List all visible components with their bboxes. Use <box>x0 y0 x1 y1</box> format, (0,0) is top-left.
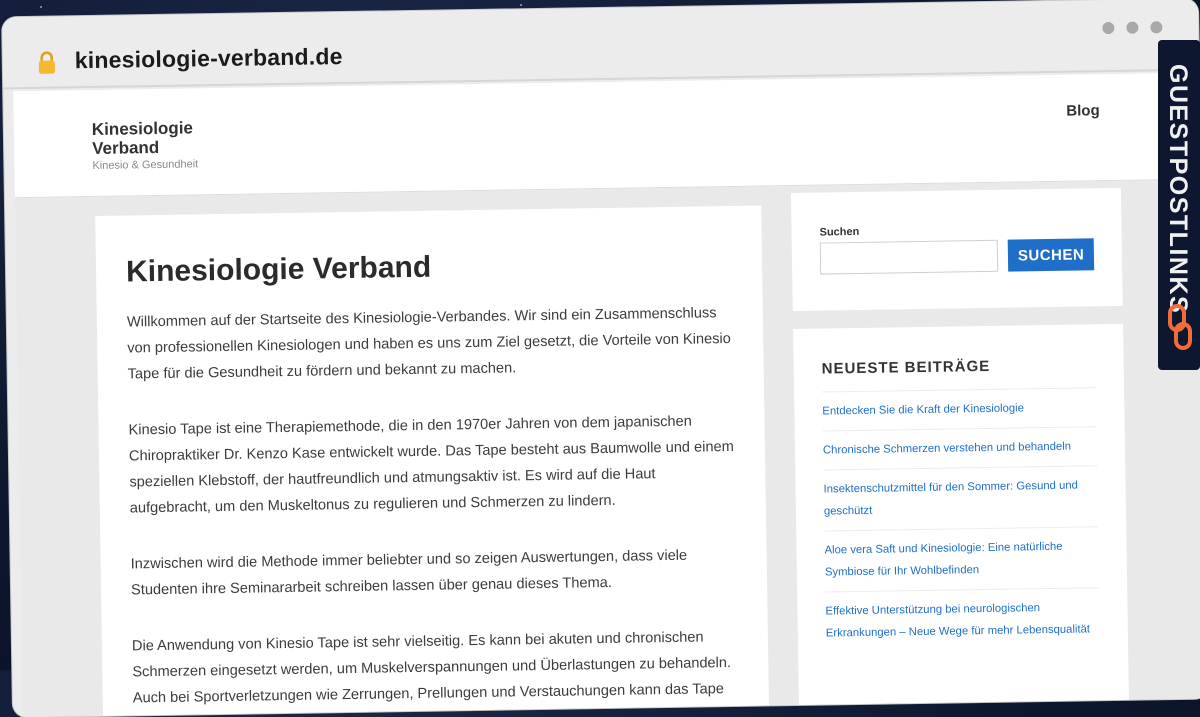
recent-post-link[interactable]: Chronische Schmerzen verstehen und behan… <box>822 426 1098 470</box>
website: Kinesiologie Verband Kinesio & Gesundhei… <box>13 72 1200 717</box>
main-article: Kinesiologie Verband Willkommen auf der … <box>95 205 770 717</box>
page-title: Kinesiologie Verband <box>125 250 432 289</box>
lock-icon <box>38 51 55 74</box>
search-label: Suchen <box>819 225 860 239</box>
search-button[interactable]: SUCHEN <box>1007 238 1095 272</box>
recent-posts-widget: NEUESTE BEITRÄGE Entdecken Sie die Kraft… <box>793 323 1130 717</box>
search-input[interactable] <box>819 239 999 275</box>
star-decoration <box>40 6 42 8</box>
recent-posts-title: NEUESTE BEITRÄGE <box>821 357 991 378</box>
star-decoration <box>520 4 522 6</box>
article-paragraph: Die Anwendung von Kinesio Tape ist sehr … <box>131 629 732 707</box>
browser-window: kinesiologie-verband.de Kinesiologie Ver… <box>2 0 1200 717</box>
chain-link-icon <box>1168 304 1192 350</box>
window-dot-icon[interactable] <box>1102 21 1115 35</box>
site-tagline: Kinesio & Gesundheit <box>92 158 199 172</box>
recent-post-link[interactable]: Effektive Unterstützung bei neurologisch… <box>825 587 1101 653</box>
recent-post-link[interactable]: Entdecken Sie die Kraft der Kinesiologie <box>822 387 1097 431</box>
recent-post-link[interactable]: Insektenschutzmittel für den Sommer: Ges… <box>823 465 1099 531</box>
site-header: Kinesiologie Verband Kinesio & Gesundhei… <box>13 72 1200 199</box>
search-widget: Suchen SUCHEN <box>790 187 1123 312</box>
article-paragraph: Willkommen auf der Startseite des Kinesi… <box>126 305 731 383</box>
article-paragraph: Inzwischen wird die Methode immer belieb… <box>130 547 688 599</box>
recent-posts-list: Entdecken Sie die Kraft der Kinesiologie… <box>822 387 1101 653</box>
site-title[interactable]: Kinesiologie Verband <box>92 117 253 158</box>
window-dot-icon[interactable] <box>1126 21 1139 34</box>
search-row: SUCHEN <box>819 238 1095 275</box>
nav-link-blog[interactable]: Blog <box>1066 102 1100 120</box>
window-dot-icon[interactable] <box>1150 21 1163 34</box>
recent-post-link[interactable]: Aloe vera Saft und Kinesiologie: Eine na… <box>824 526 1100 592</box>
url-text[interactable]: kinesiologie-verband.de <box>75 43 343 74</box>
brand-watermark: GUESTPOSTLINKS <box>1164 64 1192 315</box>
article-paragraph: Kinesio Tape ist eine Therapiemethode, d… <box>128 413 734 517</box>
window-controls <box>1102 21 1163 35</box>
